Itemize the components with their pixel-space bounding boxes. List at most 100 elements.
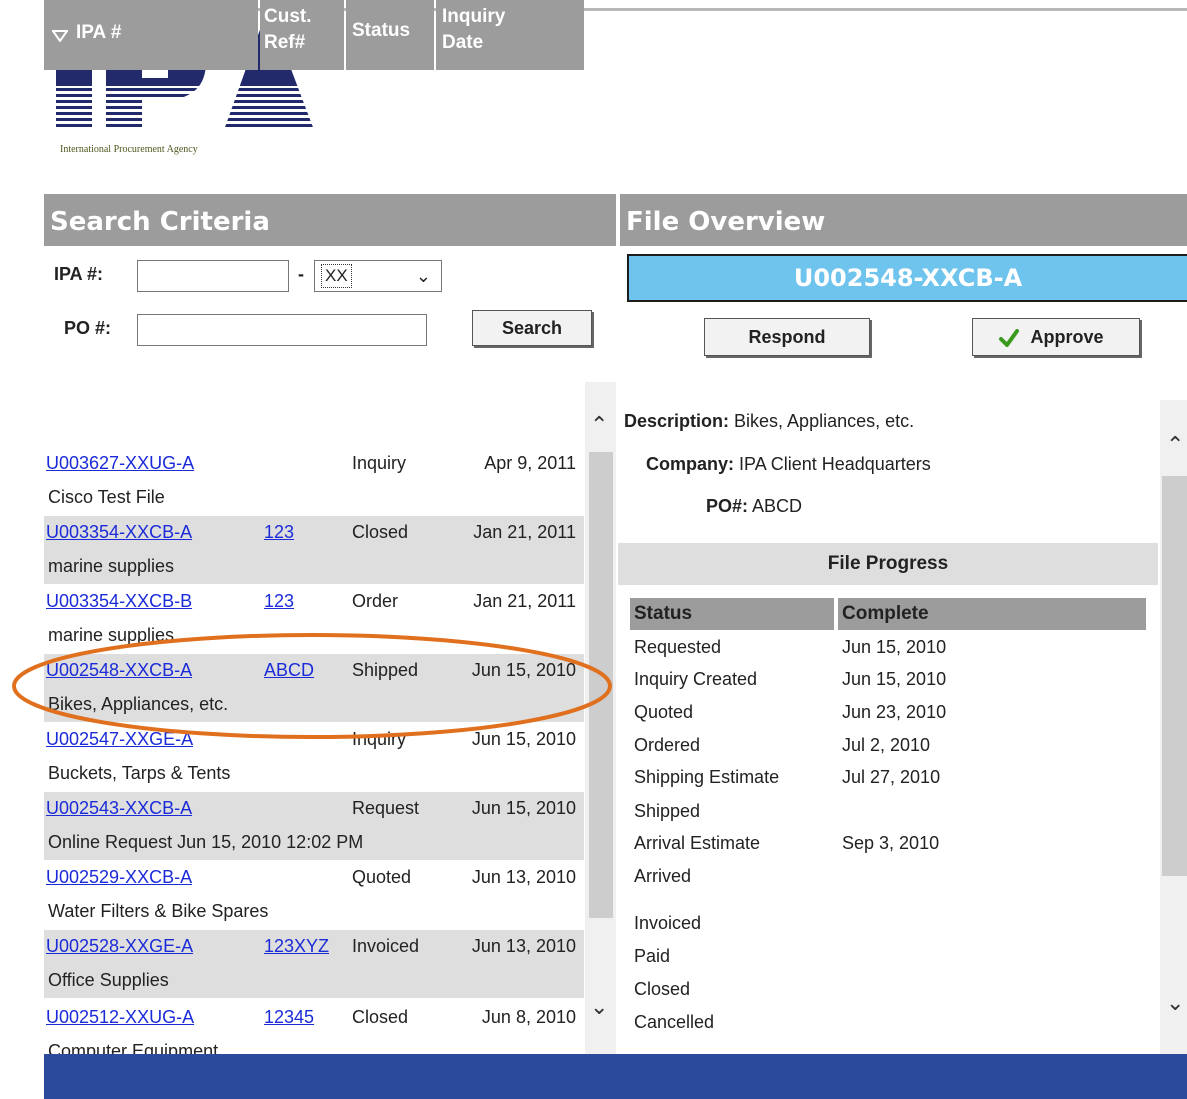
progress-status: Arrival Estimate (634, 833, 761, 853)
table-row[interactable]: U002512-XXUG-A 12345 Closed Jun 8, 2010 (44, 1001, 584, 1035)
table-row[interactable]: U002543-XXCB-A Request Jun 15, 2010 (44, 792, 584, 826)
po-row: PO#: ABCD (706, 496, 802, 517)
row-date: Jan 21, 2011 (473, 591, 576, 611)
po-value: ABCD (752, 496, 803, 516)
description-value: Bikes, Appliances, etc. (734, 411, 915, 431)
company-value: IPA Client Headquarters (739, 454, 931, 474)
ipa-link[interactable]: U003354-XXCB-A (46, 522, 192, 543)
ipa-number-label: IPA #: (54, 264, 104, 284)
ipa-dash: - (298, 264, 304, 284)
col-header-cust-ref[interactable]: Cust. Ref# (260, 0, 344, 70)
checkmark-icon (999, 329, 1019, 347)
highlight-ellipse (12, 633, 612, 739)
progress-status: Shipping Estimate (634, 767, 780, 787)
cust-ref-link[interactable]: 123 (264, 591, 294, 612)
file-overview-header: File Overview (620, 194, 1187, 246)
table-row[interactable]: U003354-XXCB-A 123 Closed Jan 21, 2011 (44, 516, 584, 550)
row-description: Cisco Test File (48, 487, 165, 507)
row-status: Closed (352, 1007, 409, 1027)
col-header-cust-ref-line1: Cust. (264, 6, 312, 27)
ipa-link[interactable]: U002528-XXGE-A (46, 936, 193, 957)
chevron-down-icon: ⌄ (415, 266, 431, 286)
ipa-suffix-select[interactable]: XX ⌄ (314, 260, 442, 292)
scroll-up-icon[interactable]: ⌃ (590, 412, 608, 438)
search-criteria-header: Search Criteria (44, 194, 616, 246)
progress-date: Jul 2, 2010 (842, 735, 931, 755)
ipa-link[interactable]: U002529-XXCB-A (46, 867, 192, 888)
ipa-link[interactable]: U003354-XXCB-B (46, 591, 192, 612)
row-date: Jun 8, 2010 (481, 1007, 576, 1027)
row-description: Water Filters & Bike Spares (48, 901, 269, 921)
progress-date: Jun 23, 2010 (842, 702, 947, 722)
ipa-link[interactable]: U002512-XXUG-A (46, 1007, 194, 1028)
row-description: Computer Equipment (48, 1041, 219, 1054)
cust-ref-link[interactable]: 123XYZ (264, 936, 329, 957)
ipa-link[interactable]: U003627-XXUG-A (46, 453, 194, 474)
row-description: Online Request Jun 15, 2010 12:02 PM (44, 826, 584, 860)
progress-status: Paid (634, 946, 671, 966)
row-status: Closed (352, 522, 409, 542)
approve-button-label: Approve (1030, 327, 1104, 347)
row-date: Jan 21, 2011 (473, 522, 576, 542)
col-header-cust-ref-line2: Ref# (264, 32, 306, 53)
col-header-inquiry-line2: Date (442, 32, 484, 53)
col-header-inquiry-date[interactable]: Inquiry Date (436, 0, 584, 70)
cust-ref-link[interactable]: 123 (264, 522, 294, 543)
triangle-down-icon (52, 30, 68, 42)
col-header-ipa-label: IPA # (76, 22, 122, 43)
progress-status: Inquiry Created (634, 669, 758, 689)
progress-status: Shipped (634, 801, 701, 821)
col-header-status-label: Status (352, 20, 411, 41)
row-description: Buckets, Tarps & Tents (48, 763, 231, 783)
po-number-label: PO #: (64, 318, 112, 338)
row-description: marine supplies (44, 550, 584, 584)
company-row: Company: IPA Client Headquarters (646, 454, 931, 475)
progress-date: Jul 27, 2010 (842, 767, 941, 787)
progress-date: Sep 3, 2010 (842, 833, 940, 853)
approve-button[interactable]: Approve (972, 318, 1140, 356)
row-status: Invoiced (352, 936, 420, 956)
progress-status: Ordered (634, 735, 701, 755)
row-status: Quoted (352, 867, 412, 887)
row-date: Jun 13, 2010 (471, 867, 576, 887)
row-status: Order (352, 591, 399, 611)
cust-ref-link[interactable]: 12345 (264, 1007, 314, 1028)
row-status: Request (352, 798, 420, 818)
row-status: Inquiry (352, 453, 407, 473)
ipa-link[interactable]: U002543-XXCB-A (46, 798, 192, 819)
table-row[interactable]: U003354-XXCB-B 123 Order Jan 21, 2011 (44, 585, 584, 619)
po-label: PO#: (706, 496, 749, 516)
description-row: Description: Bikes, Appliances, etc. (624, 411, 914, 432)
row-date: Jun 13, 2010 (471, 936, 576, 956)
scroll-down-icon[interactable]: ⌄ (1166, 990, 1184, 1016)
progress-status: Invoiced (634, 913, 702, 933)
col-header-inquiry-line1: Inquiry (442, 6, 506, 27)
ipa-number-input[interactable] (137, 260, 289, 292)
logo-caption: International Procurement Agency (60, 144, 198, 155)
table-row[interactable]: U003627-XXUG-A Inquiry Apr 9, 2011 (44, 447, 584, 481)
col-header-ipa[interactable]: IPA # (44, 0, 258, 70)
scroll-down-icon[interactable]: ⌄ (590, 994, 608, 1020)
progress-status: Requested (634, 637, 722, 657)
progress-status: Closed (634, 979, 691, 999)
company-label: Company: (646, 454, 735, 474)
col-header-status[interactable]: Status (346, 0, 434, 70)
progress-status: Cancelled (634, 1012, 715, 1032)
table-row[interactable]: U002529-XXCB-A Quoted Jun 13, 2010 (44, 861, 584, 895)
progress-status: Quoted (634, 702, 694, 722)
footer-bar (44, 1054, 1187, 1099)
progress-col-status: Status (630, 598, 834, 630)
file-progress-header: File Progress (618, 543, 1158, 585)
overview-scrollbar[interactable] (1160, 400, 1187, 1054)
row-date: Jun 15, 2010 (471, 798, 576, 818)
po-number-input[interactable] (137, 314, 427, 346)
search-button[interactable]: Search (472, 310, 592, 346)
progress-status: Arrived (634, 866, 692, 886)
respond-button[interactable]: Respond (704, 318, 870, 356)
table-row[interactable]: U002528-XXGE-A 123XYZ Invoiced Jun 13, 2… (44, 930, 584, 964)
progress-date: Jun 15, 2010 (842, 637, 947, 657)
scrollbar-thumb[interactable] (1162, 476, 1187, 876)
scroll-up-icon[interactable]: ⌃ (1166, 432, 1184, 458)
row-date: Apr 9, 2011 (484, 453, 576, 473)
description-label: Description: (624, 411, 730, 431)
